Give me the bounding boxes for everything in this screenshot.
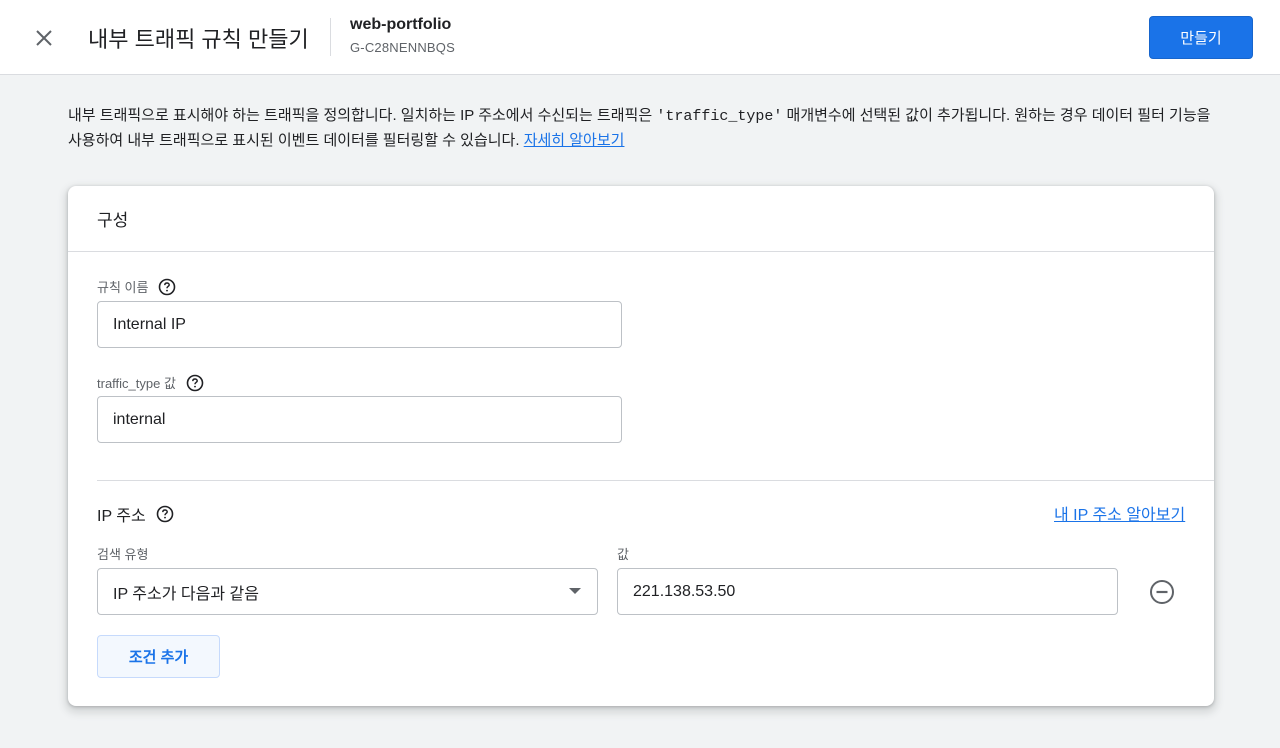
page-title: 내부 트래픽 규칙 만들기 xyxy=(88,27,309,52)
close-icon xyxy=(36,30,52,46)
traffic-type-input[interactable]: internal xyxy=(97,396,622,443)
top-bar: 내부 트래픽 규칙 만들기 web-portfolio G-C28NENNBQS… xyxy=(0,0,1280,75)
section-divider xyxy=(97,480,1214,481)
help-icon[interactable] xyxy=(186,374,204,392)
ip-address-title-text: IP 주소 xyxy=(97,508,146,525)
match-type-label: 검색 유형 xyxy=(97,547,149,562)
match-type-value: IP 주소가 다음과 같음 xyxy=(113,585,259,603)
rule-name-label-text: 규칙 이름 xyxy=(97,280,149,295)
ip-address-section-title: IP 주소 xyxy=(97,502,174,526)
close-button[interactable] xyxy=(28,22,60,54)
add-condition-button[interactable]: 조건 추가 xyxy=(97,635,220,678)
find-my-ip-link[interactable]: 내 IP 주소 알아보기 xyxy=(1054,501,1185,525)
help-icon[interactable] xyxy=(158,278,176,296)
card-header: 구성 xyxy=(68,186,1214,252)
help-icon[interactable] xyxy=(156,505,174,523)
description-text: 내부 트래픽으로 표시해야 하는 트래픽을 정의합니다. 일치하는 IP 주소에… xyxy=(68,104,1228,153)
remove-condition-button[interactable] xyxy=(1148,578,1176,606)
rule-name-label: 규칙 이름 xyxy=(97,277,176,296)
learn-more-link[interactable]: 자세히 알아보기 xyxy=(524,132,625,149)
rule-name-input[interactable]: Internal IP xyxy=(97,301,622,348)
title-divider xyxy=(330,18,331,56)
remove-circle-icon xyxy=(1150,580,1174,604)
stream-name: web-portfolio xyxy=(350,16,452,33)
ip-value-input[interactable]: 221.138.53.50 xyxy=(617,568,1118,615)
dropdown-arrow-icon xyxy=(569,588,581,594)
configuration-card: 구성 규칙 이름 Internal IP traffic_type 값 inte… xyxy=(68,186,1214,706)
traffic-type-code: 'traffic_type' xyxy=(656,108,783,125)
match-type-select[interactable]: IP 주소가 다음과 같음 xyxy=(97,568,598,615)
value-label: 값 xyxy=(617,547,629,562)
stream-id: G-C28NENNBQS xyxy=(350,40,455,55)
description-part-1: 내부 트래픽으로 표시해야 하는 트래픽을 정의합니다. 일치하는 IP 주소에… xyxy=(68,107,657,124)
create-button[interactable]: 만들기 xyxy=(1149,16,1253,59)
traffic-type-label: traffic_type 값 xyxy=(97,373,204,392)
card-title: 구성 xyxy=(97,211,129,230)
traffic-type-label-text: traffic_type 값 xyxy=(97,376,176,391)
